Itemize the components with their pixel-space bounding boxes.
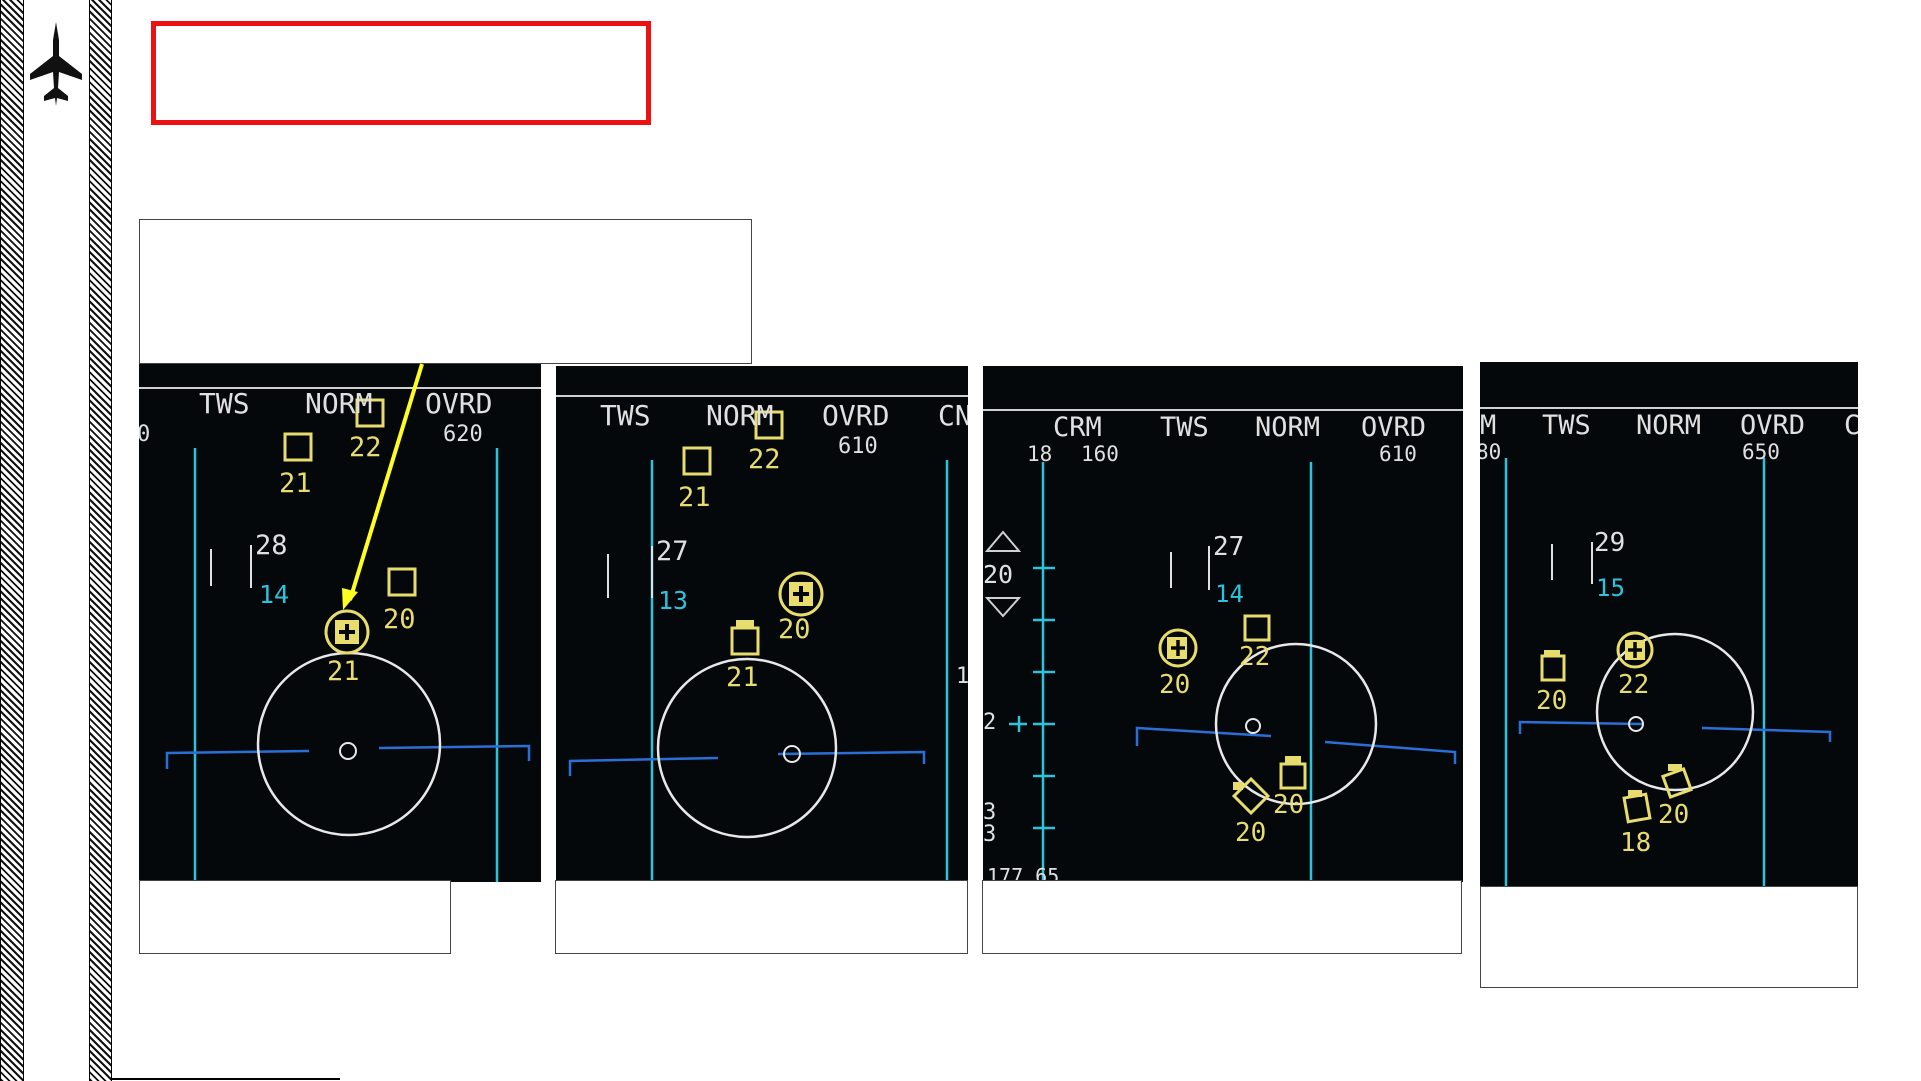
sidebar-stripe-left	[0, 0, 24, 1081]
sidebar-stripe-right	[89, 0, 112, 1081]
mode-left-edge: M	[1480, 410, 1497, 441]
range-readout: 610	[838, 434, 878, 459]
footer-rule	[110, 1078, 340, 1080]
contact-label: 20	[383, 604, 416, 635]
contact-marker	[387, 567, 417, 597]
contact-marker	[1243, 614, 1271, 642]
radar-panel-3: CRM TWS NORM OVRD 18 160 610 20 2 3 3 17…	[983, 366, 1463, 882]
range-left-label: 80	[1480, 440, 1502, 464]
mode-right-edge: CN	[938, 399, 968, 432]
tracked-target-marker	[1616, 631, 1654, 669]
range-readout: 620	[443, 422, 483, 447]
aspect-bottom: 14	[1215, 580, 1244, 608]
mode-right-edge: C	[1844, 410, 1858, 441]
mode-ovrd: OVRD	[1361, 412, 1427, 443]
contact-label: 20	[1273, 790, 1305, 820]
mode-norm: NORM	[1636, 410, 1702, 441]
aspect-bottom: 15	[1596, 574, 1625, 602]
contact-label: 21	[678, 482, 711, 513]
contact-label: 21	[726, 662, 759, 693]
caption-box-2	[555, 880, 968, 954]
mode-ovrd: OVRD	[1740, 410, 1806, 441]
contact-label: 21	[279, 468, 312, 499]
contact-marker	[682, 446, 712, 476]
contact-label: 20	[1159, 670, 1191, 700]
altitude-readout: 160	[1081, 442, 1119, 466]
description-box	[139, 219, 752, 364]
mode-ovrd: OVRD	[425, 387, 493, 420]
aspect-top: 29	[1594, 528, 1626, 558]
aspect-bottom: 13	[658, 586, 689, 615]
range-left-label: 0	[139, 422, 151, 447]
mode-norm: NORM	[305, 387, 373, 420]
contact-marker	[1279, 756, 1307, 790]
mode-norm: NORM	[706, 399, 774, 432]
scale-top: 18	[1027, 442, 1053, 466]
contact-marker	[730, 620, 760, 656]
elevation-value: 20	[983, 560, 1014, 589]
aspect-top: 28	[255, 530, 288, 561]
elevation-bottom-b: 3	[983, 822, 997, 847]
mode-tws: TWS	[1542, 410, 1591, 441]
caption-box-3	[982, 880, 1462, 954]
contact-label: 20	[778, 614, 811, 645]
range-readout: 650	[1742, 440, 1780, 464]
range-readout: 610	[1379, 442, 1417, 466]
contact-label: 22	[1618, 670, 1650, 700]
contact-marker	[283, 432, 313, 462]
mode-norm: NORM	[1255, 412, 1321, 443]
contact-label: 20	[1658, 800, 1690, 830]
elevation-bottom-a: 3	[983, 800, 997, 825]
mode-crm: CRM	[1053, 412, 1102, 443]
contact-label: 18	[1620, 828, 1652, 858]
contact-marker	[1540, 650, 1566, 682]
radar-panel-1: 0 TWS NORM OVRD 620 28 14 21 22 20 21	[139, 364, 541, 882]
mode-ovrd: OVRD	[822, 399, 890, 432]
caption-box-1	[139, 880, 451, 954]
contact-label: 20	[1536, 686, 1568, 716]
radar-panel-4: M TWS NORM OVRD C 80 650 29 15 20 22 20 …	[1480, 362, 1858, 886]
contact-label: 20	[1235, 818, 1267, 848]
contact-marker	[1660, 764, 1694, 800]
contact-label: 22	[1239, 642, 1271, 672]
tracked-target-marker	[1158, 628, 1198, 668]
aspect-top: 27	[656, 536, 689, 567]
radar-panel-2: TWS NORM OVRD CN 610 1 27 13 21 22 20 21	[556, 366, 968, 882]
slide-title-box	[151, 21, 651, 125]
edge-digit: 1	[956, 664, 968, 689]
aspect-bottom: 14	[259, 580, 290, 609]
jet-aircraft-icon	[30, 22, 82, 106]
contact-marker	[1622, 790, 1652, 824]
mode-tws: TWS	[600, 399, 651, 432]
caption-box-4	[1480, 886, 1858, 988]
contact-label: 22	[748, 444, 781, 475]
tracked-target-marker	[324, 609, 370, 655]
mode-tws: TWS	[199, 387, 250, 420]
contact-label: 22	[349, 432, 382, 463]
contact-label: 21	[327, 656, 360, 687]
aspect-top: 27	[1213, 532, 1245, 562]
mode-tws: TWS	[1160, 412, 1209, 443]
elevation-mark: 2	[983, 710, 997, 735]
tracked-target-marker	[778, 571, 824, 617]
